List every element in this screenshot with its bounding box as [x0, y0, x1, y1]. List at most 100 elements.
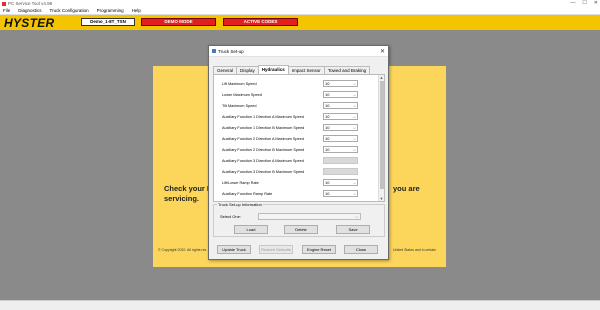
- chevron-down-icon: ⌵: [352, 81, 356, 86]
- truck-setup-dialog: Truck Set-up ✕ General Display Hydraulic…: [208, 45, 389, 260]
- brand-bar: HYSTER Demo_1-8T_TSN DEMO MODE ACTIVE CO…: [0, 15, 600, 30]
- tab-towed-and-braking[interactable]: Towed and Braking: [323, 66, 371, 74]
- maximize-icon[interactable]: ☐: [582, 0, 586, 6]
- setting-row: Auxiliary Function 1 Direction A Maximum…: [222, 112, 372, 121]
- tab-strip: General Display Hydraulics Impact Sensor…: [213, 65, 371, 74]
- setting-label: Lift/Lower Ramp Rate: [222, 180, 259, 185]
- dialog-title: Truck Set-up: [218, 48, 244, 54]
- setting-row: Lift/Lower Ramp Rate 10 ⌵: [222, 178, 372, 187]
- welcome-text-right: you are: [393, 184, 420, 193]
- load-button[interactable]: Load: [234, 225, 268, 234]
- truck-model-box: Demo_1-8T_TSN: [81, 18, 135, 26]
- setting-row: Lower Maximum Speed 10 ⌵: [222, 90, 372, 99]
- hydraulics-panel: Lift Maximum Speed 10 ⌵ Lower Maximum Spe…: [213, 74, 385, 202]
- dropdown-value: 10: [325, 114, 330, 119]
- setting-dropdown[interactable]: 10 ⌵: [323, 124, 358, 131]
- dropdown-value: 10: [325, 191, 330, 196]
- setting-row: Auxiliary Function 2 Direction B Maximum…: [222, 145, 372, 154]
- tab-general[interactable]: General: [213, 66, 238, 74]
- dropdown-value: 10: [325, 81, 330, 86]
- window-controls: — ☐ ✕: [570, 0, 598, 6]
- app-icon: [2, 1, 6, 6]
- setting-row: Auxiliary Function 3 Direction A Maximum…: [222, 156, 372, 165]
- minimize-icon[interactable]: —: [570, 0, 575, 6]
- tab-impact-sensor[interactable]: Impact Sensor: [287, 66, 325, 74]
- truck-setup-info-group: Truck Set-up Information Select One: ⌵ L…: [213, 202, 385, 237]
- setting-label: Tilt Maximum Speed: [222, 103, 257, 108]
- dialog-icon: [212, 49, 216, 53]
- scroll-down-icon[interactable]: ▼: [379, 196, 384, 201]
- active-codes-button[interactable]: ACTIVE CODES: [223, 18, 298, 26]
- app-titlebar: PC Service Tool v4.98 — ☐ ✕: [0, 0, 600, 7]
- setting-dropdown[interactable]: 10 ⌵: [323, 113, 358, 120]
- setting-row: Auxiliary Function Ramp Rate 10 ⌵: [222, 189, 372, 198]
- group-label: Truck Set-up Information: [217, 202, 263, 207]
- menu-bar: File Diagnostics Truck Configuration Pro…: [0, 7, 600, 15]
- chevron-down-icon: ⌵: [352, 147, 356, 152]
- chevron-down-icon: ⌵: [352, 103, 356, 108]
- chevron-down-icon: ⌵: [354, 214, 358, 219]
- dialog-titlebar: Truck Set-up: [209, 46, 388, 57]
- setting-dropdown-disabled: [323, 168, 358, 175]
- save-button[interactable]: Save: [336, 225, 370, 234]
- setting-dropdown[interactable]: 10 ⌵: [323, 190, 358, 197]
- scroll-thumb[interactable]: [380, 81, 384, 189]
- update-truck-button[interactable]: Update Truck: [217, 245, 251, 254]
- menu-truck-configuration[interactable]: Truck Configuration: [50, 8, 89, 13]
- menu-file[interactable]: File: [3, 8, 10, 13]
- setting-label: Auxiliary Function 2 Direction A Maximum…: [222, 136, 304, 141]
- engine-reset-button[interactable]: Engine Reset: [302, 245, 336, 254]
- copyright-left: © Copyright 2020. All rights res: [158, 248, 207, 252]
- setting-dropdown[interactable]: 10 ⌵: [323, 135, 358, 142]
- setting-label: Auxiliary Function 3 Direction A Maximum…: [222, 158, 304, 163]
- dropdown-value: 10: [325, 92, 330, 97]
- setting-label: Lift Maximum Speed: [222, 81, 257, 86]
- dropdown-value: 10: [325, 180, 330, 185]
- setting-label: Auxiliary Function 3 Direction B Maximum…: [222, 169, 305, 174]
- menu-programming[interactable]: Programming: [97, 8, 124, 13]
- setting-dropdown-disabled: [323, 157, 358, 164]
- setting-label: Auxiliary Function 2 Direction B Maximum…: [222, 147, 305, 152]
- chevron-down-icon: ⌵: [352, 114, 356, 119]
- setting-dropdown[interactable]: 10 ⌵: [323, 91, 358, 98]
- setting-label: Auxiliary Function Ramp Rate: [222, 191, 273, 196]
- tab-display[interactable]: Display: [236, 66, 259, 74]
- tab-hydraulics[interactable]: Hydraulics: [257, 65, 289, 74]
- scroll-up-icon[interactable]: ▲: [379, 75, 384, 80]
- menu-help[interactable]: Help: [132, 8, 141, 13]
- setting-dropdown[interactable]: 10 ⌵: [323, 102, 358, 109]
- close-icon[interactable]: ✕: [594, 0, 598, 6]
- chevron-down-icon: ⌵: [352, 191, 356, 196]
- demo-mode-badge[interactable]: DEMO MODE: [141, 18, 216, 26]
- setting-label: Lower Maximum Speed: [222, 92, 262, 97]
- status-bar: [0, 300, 600, 310]
- restore-defaults-button: Restore Defaults: [259, 245, 293, 254]
- copyright-right: United States and in certain: [393, 248, 436, 252]
- setting-row: Auxiliary Function 3 Direction B Maximum…: [222, 167, 372, 176]
- setting-dropdown[interactable]: 10 ⌵: [323, 80, 358, 87]
- setting-row: Auxiliary Function 2 Direction A Maximum…: [222, 134, 372, 143]
- chevron-down-icon: ⌵: [352, 136, 356, 141]
- dropdown-value: 10: [325, 125, 330, 130]
- welcome-text-left-2: servicing.: [164, 194, 200, 203]
- close-button[interactable]: Close: [344, 245, 378, 254]
- chevron-down-icon: ⌵: [352, 125, 356, 130]
- dialog-close-icon[interactable]: ✕: [380, 48, 385, 55]
- hyster-logo: HYSTER: [4, 15, 55, 30]
- chevron-down-icon: ⌵: [352, 92, 356, 97]
- dropdown-value: 10: [325, 136, 330, 141]
- dropdown-value: 10: [325, 147, 330, 152]
- vertical-scrollbar[interactable]: ▲ ▼: [378, 75, 384, 201]
- chevron-down-icon: ⌵: [352, 180, 356, 185]
- setting-row: Lift Maximum Speed 10 ⌵: [222, 79, 372, 88]
- setting-row: Auxiliary Function 1 Direction B Maximum…: [222, 123, 372, 132]
- menu-diagnostics[interactable]: Diagnostics: [18, 8, 41, 13]
- dropdown-value: 10: [325, 103, 330, 108]
- setting-label: Auxiliary Function 1 Direction B Maximum…: [222, 125, 305, 130]
- app-title: PC Service Tool v4.98: [8, 1, 53, 6]
- setting-row: Tilt Maximum Speed 10 ⌵: [222, 101, 372, 110]
- delete-button[interactable]: Delete: [284, 225, 318, 234]
- setting-dropdown[interactable]: 10 ⌵: [323, 146, 358, 153]
- setting-dropdown[interactable]: 10 ⌵: [323, 179, 358, 186]
- setup-select[interactable]: ⌵: [258, 213, 361, 220]
